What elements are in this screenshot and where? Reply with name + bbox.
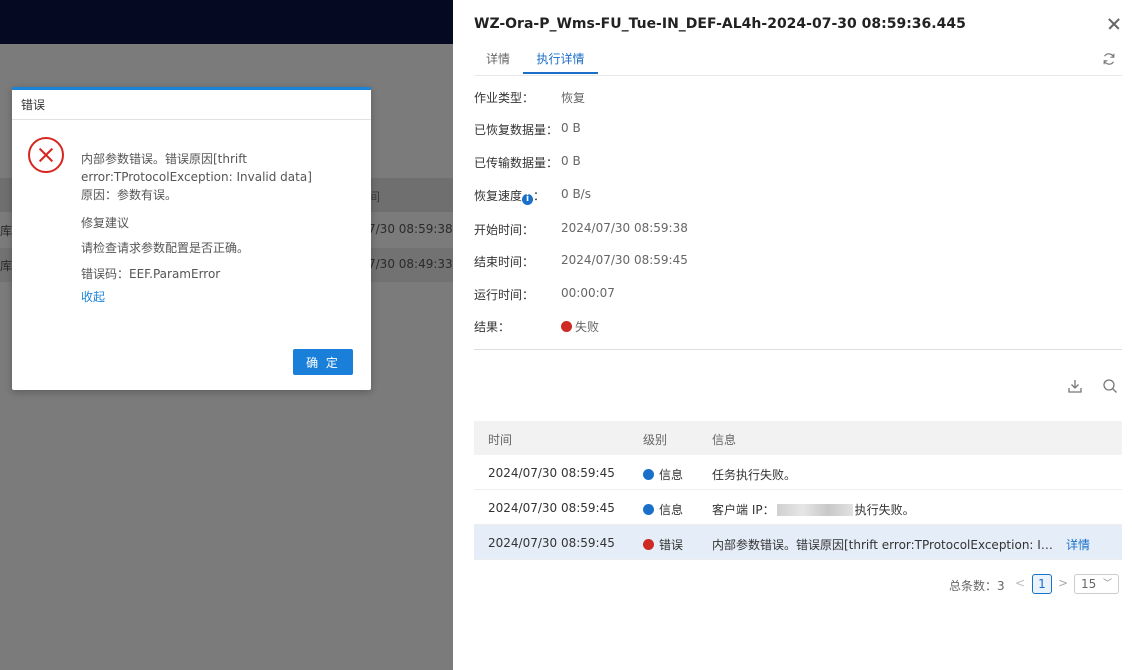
log-info-prefix: 客户端 IP： [712, 503, 775, 517]
field-value-result: 失败 [561, 318, 599, 335]
log-header-info: 信息 [712, 433, 737, 447]
field-label-start-time: 开始时间： [474, 223, 535, 237]
page-size-value: 15 [1081, 577, 1097, 591]
section-divider [474, 349, 1122, 350]
field-value-transferred: 0 B [561, 154, 581, 168]
background-row-name: 库 [0, 259, 13, 273]
info-level-dot [643, 469, 654, 480]
suggestion-text: 请检查请求参数配置是否正确。 [81, 241, 250, 255]
pager-total: 总条数：3 [949, 579, 1005, 593]
tabs-divider [474, 75, 1122, 76]
log-level: 信息 [643, 501, 683, 518]
field-label-restored: 已恢复数据量： [474, 123, 559, 137]
suggestion-title: 修复建议 [81, 216, 130, 230]
error-level-dot [643, 539, 654, 550]
download-icon[interactable] [1066, 377, 1084, 395]
execution-log-table: 时间 级别 信息 2024/07/30 08:59:45 信息 任务执行失败。 … [474, 421, 1122, 560]
field-value-job-type: 恢复 [561, 91, 586, 105]
log-time: 2024/07/30 08:59:45 [488, 466, 615, 480]
tab-details[interactable]: 详情 [486, 50, 510, 74]
log-header-time: 时间 [488, 433, 513, 447]
failed-status-dot [561, 321, 572, 332]
masked-ip-address [776, 504, 853, 516]
background-row-time: 7/30 08:49:33 [368, 257, 453, 271]
background-row-name: 库 [0, 224, 13, 238]
log-table-header: 时间 级别 信息 [474, 421, 1122, 455]
speed-label-text: 恢复速度 [474, 189, 523, 203]
info-icon[interactable]: i [522, 194, 534, 205]
log-level-text: 信息 [659, 468, 684, 482]
chevron-down-icon: ﹀ [1102, 579, 1112, 589]
pager-prev-button[interactable]: < [1015, 576, 1025, 590]
modal-title: 错误 [12, 90, 371, 120]
background-topbar [0, 0, 453, 44]
field-label-result: 结果： [474, 320, 511, 334]
close-icon[interactable] [1106, 16, 1122, 32]
log-table-row: 2024/07/30 08:59:45 信息 客户端 IP： 执行失败。 [474, 490, 1122, 525]
error-modal: 错误 内部参数错误。错误原因[thrift error:TProtocolExc… [12, 87, 371, 390]
drawer-title: WZ-Ora-P_Wms-FU_Tue-IN_DEF-AL4h-2024-07-… [474, 16, 966, 32]
tab-execution-details[interactable]: 执行详情 [523, 50, 598, 74]
field-label-job-type: 作业类型： [474, 91, 535, 105]
pager-next-button[interactable]: > [1058, 576, 1068, 590]
speed-label-colon: ： [533, 189, 546, 203]
log-level: 错误 [643, 536, 683, 553]
log-info: 客户端 IP： 执行失败。 [712, 501, 915, 518]
log-detail-link[interactable]: 详情 [1066, 536, 1090, 553]
error-cause: 原因：参数有误。 [81, 188, 178, 202]
log-table-row[interactable]: 2024/07/30 08:59:45 错误 内部参数错误。错误原因[thrif… [474, 525, 1122, 560]
pager-page-1[interactable]: 1 [1032, 574, 1052, 594]
log-info: 任务执行失败。 [712, 468, 797, 482]
background-row-time: 7/30 08:59:38 [368, 222, 453, 236]
collapse-link[interactable]: 收起 [81, 288, 105, 306]
log-level: 信息 [643, 466, 683, 483]
ok-button[interactable]: 确 定 [293, 349, 353, 375]
log-level-text: 信息 [659, 503, 684, 517]
page-size-select[interactable]: 15 ﹀ [1074, 574, 1119, 594]
field-value-start-time: 2024/07/30 08:59:38 [561, 221, 688, 235]
field-label-end-time: 结束时间： [474, 255, 535, 269]
error-circle-icon [28, 137, 64, 173]
job-detail-drawer: WZ-Ora-P_Wms-FU_Tue-IN_DEF-AL4h-2024-07-… [453, 0, 1132, 670]
field-label-speed: 恢复速度 i： [474, 187, 545, 205]
field-value-speed: 0 B/s [561, 187, 591, 201]
error-message-line2: error:TProtocolException: Invalid data] [81, 170, 312, 184]
search-icon[interactable] [1101, 377, 1119, 395]
result-text: 失败 [575, 320, 600, 334]
log-info-suffix: 执行失败。 [854, 503, 915, 517]
field-value-end-time: 2024/07/30 08:59:45 [561, 253, 688, 267]
log-table-row: 2024/07/30 08:59:45 信息 任务执行失败。 [474, 455, 1122, 490]
log-header-level: 级别 [643, 433, 668, 447]
info-level-dot [643, 504, 654, 515]
log-time: 2024/07/30 08:59:45 [488, 501, 615, 515]
refresh-icon[interactable] [1102, 52, 1116, 66]
log-time: 2024/07/30 08:59:45 [488, 536, 615, 550]
error-code: 错误码：EEF.ParamError [81, 267, 221, 281]
field-label-transferred: 已传输数据量： [474, 156, 559, 170]
field-value-run-time: 00:00:07 [561, 286, 615, 300]
field-value-restored: 0 B [561, 121, 581, 135]
field-label-run-time: 运行时间： [474, 288, 535, 302]
log-level-text: 错误 [659, 538, 684, 552]
log-info: 内部参数错误。错误原因[thrift error:TProtocolExcept… [712, 538, 1053, 552]
error-message-line1: 内部参数错误。错误原因[thrift [81, 152, 247, 166]
